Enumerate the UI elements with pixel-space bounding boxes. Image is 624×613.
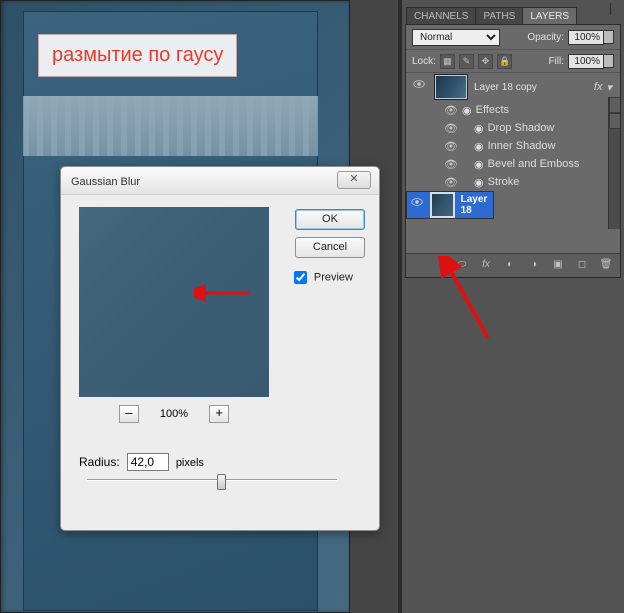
layers-panel-footer: ⬭ fx ◐ ◑ ▣ ◻ 🗑: [406, 253, 620, 277]
blend-mode-select[interactable]: Normal: [412, 29, 500, 46]
lock-transparent-icon[interactable]: ▦: [440, 54, 455, 69]
close-icon: ✕: [349, 173, 358, 185]
preview-checkbox[interactable]: [294, 271, 307, 284]
fill-flyout-icon[interactable]: [604, 54, 614, 68]
radius-input[interactable]: [127, 453, 169, 471]
effect-bullet-icon: ◉: [474, 122, 484, 135]
visibility-toggle[interactable]: [411, 196, 424, 214]
zoom-level: 100%: [160, 408, 188, 420]
lock-pixels-icon[interactable]: ✎: [459, 54, 474, 69]
layers-panel: Normal Opacity: Lock: ▦ ✎ ✥ 🔒 Fill:: [405, 24, 621, 278]
eye-icon[interactable]: 👁: [444, 104, 458, 117]
zoom-out-button[interactable]: –: [119, 405, 139, 423]
lock-all-icon[interactable]: 🔒: [497, 54, 512, 69]
adjust-icon[interactable]: ◑: [526, 259, 542, 273]
effect-stroke[interactable]: Stroke: [488, 176, 520, 188]
effect-bullet-icon: ◉: [474, 176, 484, 189]
slider-thumb[interactable]: [217, 474, 226, 490]
panel-tabs: CHANNELS PATHS LAYERS: [402, 0, 624, 24]
preview-label-text: Preview: [314, 271, 353, 283]
tab-paths[interactable]: PATHS: [475, 7, 523, 24]
tab-channels[interactable]: CHANNELS: [406, 7, 476, 24]
radius-unit: pixels: [176, 457, 204, 469]
radius-row: Radius: pixels: [79, 453, 204, 471]
eye-icon[interactable]: 👁: [444, 140, 458, 153]
opacity-input[interactable]: [568, 30, 604, 45]
effect-bullet-icon: ◉: [474, 158, 484, 171]
tab-layers[interactable]: LAYERS: [522, 7, 577, 24]
link-icon[interactable]: ⬭: [454, 259, 470, 273]
eye-icon: [411, 196, 423, 208]
blend-opacity-row: Normal Opacity:: [406, 25, 620, 49]
panels-dock: CHANNELS PATHS LAYERS Normal Opacity: Lo…: [401, 0, 624, 613]
lock-label: Lock:: [412, 56, 436, 67]
gaussian-blur-dialog: Gaussian Blur ✕ OK Cancel Preview – 100%…: [60, 166, 380, 531]
opacity-flyout-icon[interactable]: [604, 30, 614, 44]
lock-position-icon[interactable]: ✥: [478, 54, 493, 69]
effect-inner-shadow[interactable]: Inner Shadow: [488, 140, 556, 152]
layer-item-layer18copy[interactable]: Layer 18 copy fx▾: [406, 73, 620, 101]
dialog-title: Gaussian Blur: [71, 176, 140, 188]
layer-name[interactable]: Layer 18: [461, 194, 489, 216]
effect-bevel-emboss[interactable]: Bevel and Emboss: [488, 158, 580, 170]
trash-icon[interactable]: 🗑: [598, 259, 614, 273]
radius-label: Radius:: [79, 455, 120, 469]
ok-button[interactable]: OK: [295, 209, 365, 230]
chevron-down-icon[interactable]: ▾: [606, 81, 612, 94]
annotation-callout: размытие по гаусу: [38, 34, 237, 77]
effects-group: 👁 ◉ Effects 👁 ◉ Drop Shadow 👁 ◉ Inner Shadow 👁…: [406, 101, 620, 191]
effects-label[interactable]: Effects: [476, 104, 509, 116]
effect-drop-shadow[interactable]: Drop Shadow: [488, 122, 555, 134]
effect-bullet-icon: ◉: [474, 140, 484, 153]
lock-fill-row: Lock: ▦ ✎ ✥ 🔒 Fill:: [406, 49, 620, 73]
effects-bullet-icon: ◉: [462, 104, 472, 117]
fx-icon[interactable]: fx: [478, 259, 494, 273]
eye-icon[interactable]: 👁: [444, 122, 458, 135]
layer-name[interactable]: Layer 18 copy: [474, 82, 537, 93]
radius-slider[interactable]: [87, 479, 337, 481]
visibility-toggle[interactable]: [410, 78, 428, 96]
cancel-button[interactable]: Cancel: [295, 237, 365, 258]
eye-icon[interactable]: 👁: [444, 176, 458, 189]
zoom-controls: – 100% +: [79, 405, 269, 423]
zoom-in-button[interactable]: +: [209, 405, 229, 423]
mask-icon[interactable]: ◐: [502, 259, 518, 273]
image-lace-decoration: [23, 96, 318, 156]
eye-icon: [413, 78, 425, 90]
scrollbar-vertical[interactable]: [608, 97, 620, 229]
dialog-close-button[interactable]: ✕: [337, 171, 371, 189]
layer-item-layer18[interactable]: Layer 18: [406, 191, 494, 219]
new-icon[interactable]: ◻: [574, 259, 590, 273]
fill-label: Fill:: [548, 56, 564, 67]
blur-preview[interactable]: [79, 207, 269, 397]
layer-list: Layer 18 copy fx▾ 👁 ◉ Effects 👁 ◉ Drop Shado…: [406, 73, 620, 253]
group-icon[interactable]: ▣: [550, 259, 566, 273]
fx-icon[interactable]: fx: [594, 81, 603, 93]
panel-menu-icon[interactable]: [610, 3, 624, 15]
fill-input[interactable]: [568, 54, 604, 69]
preview-checkbox-label[interactable]: Preview: [294, 271, 353, 284]
dialog-titlebar[interactable]: Gaussian Blur ✕: [61, 167, 379, 195]
opacity-label: Opacity:: [527, 32, 564, 43]
layer-thumbnail[interactable]: [434, 74, 468, 100]
layer-thumbnail[interactable]: [430, 192, 455, 218]
slider-track: [87, 479, 337, 481]
eye-icon[interactable]: 👁: [444, 158, 458, 171]
